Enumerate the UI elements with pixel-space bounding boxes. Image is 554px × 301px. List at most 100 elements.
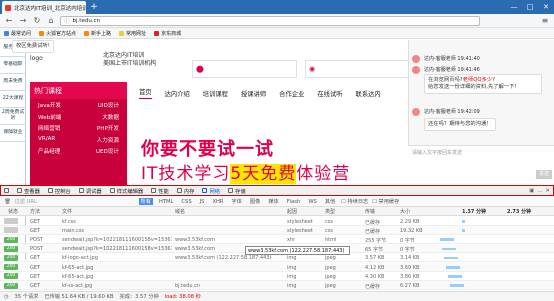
bookmark-item[interactable]: 最常访问 — [4, 30, 31, 37]
tool-memory[interactable]: 内存 — [176, 187, 194, 195]
course-link[interactable]: UED设计 — [96, 147, 119, 155]
left-bar-item[interactable]: 周末免费 — [0, 74, 26, 91]
cell-file: sendwait.jsp?k=102218111600158v=1536147.… — [62, 236, 172, 243]
close-window-icon[interactable]: ✕ — [538, 0, 554, 14]
browser-tab[interactable]: 北京达内IT培训_北京达内培训 × — [2, 1, 86, 14]
promo-box[interactable]: ⬤ — [192, 60, 297, 78]
network-table-header: 状态 方法 文件 域名 起因 类型 传输 大小 1.37 分钟 2.73 分钟 — [0, 207, 554, 216]
col-transfer[interactable]: 传输 — [365, 208, 375, 215]
send-button[interactable]: 发送 — [536, 170, 552, 179]
bookmark-item[interactable]: 常用网址 — [119, 30, 146, 37]
course-link[interactable]: UID设计 — [98, 101, 119, 109]
nav-teachers[interactable]: 授课讲师 — [241, 89, 266, 98]
filter-type[interactable]: HTML — [157, 199, 175, 205]
nav-contact[interactable]: 联系达内 — [356, 89, 381, 98]
waterfall-bar — [440, 238, 454, 241]
left-bar-item[interactable]: 22大课程 — [0, 91, 26, 108]
course-link[interactable]: VR/AR — [38, 136, 55, 144]
bookmark-item[interactable]: 新手上路 — [84, 30, 111, 37]
col-cause[interactable]: 起因 — [287, 208, 297, 215]
col-file[interactable]: 文件 — [62, 208, 72, 215]
waterfall-bar — [462, 229, 465, 232]
reload-icon[interactable]: ↻ — [32, 16, 42, 25]
col-size[interactable]: 大小 — [400, 208, 410, 215]
persist-log-checkbox[interactable]: ☐ 持续日志 — [341, 198, 368, 205]
tool-console[interactable]: 控制台 — [47, 187, 71, 195]
course-link[interactable]: 网络营销 — [38, 124, 60, 132]
col-domain[interactable]: 域名 — [175, 208, 185, 215]
course-link[interactable]: 人力资源 — [97, 136, 119, 144]
course-link[interactable]: PHP开发 — [97, 124, 119, 132]
left-bar-item[interactable]: 保障就业 — [0, 125, 26, 142]
bookmark-item[interactable]: 京东商城 — [154, 30, 181, 37]
back-icon[interactable]: ← — [4, 16, 14, 25]
trash-icon[interactable]: 🗑 — [4, 199, 11, 205]
menu-icon[interactable]: ≡ — [540, 16, 550, 25]
cell-domain: bj.tedu.cn — [175, 282, 201, 289]
col-method[interactable]: 方法 — [30, 208, 40, 215]
filter-type[interactable]: 字体 — [230, 198, 244, 205]
filter-type[interactable]: 其他 — [323, 198, 337, 205]
chat-input[interactable]: 请输入文字按回车发送 — [408, 145, 554, 185]
tool-storage[interactable]: 存储 — [228, 187, 246, 195]
filter-type[interactable]: CSS — [179, 199, 193, 205]
col-type[interactable]: 类型 — [325, 208, 335, 215]
table-row[interactable]: 200 GET kf-65-act.jpg img jpeg 4.30 KB 3.86 KB — [0, 272, 554, 281]
tool-debugger[interactable]: 调试器 — [78, 187, 102, 195]
nav-home[interactable]: 首页 — [139, 87, 152, 99]
nav-partners[interactable]: 合作企业 — [279, 89, 304, 98]
col-status[interactable]: 状态 — [8, 208, 18, 215]
close-devtools-icon[interactable]: ✕ — [546, 188, 550, 194]
cell-domain: www3.53kf.com — [175, 236, 215, 243]
filter-type[interactable]: WS — [306, 199, 318, 205]
table-row[interactable]: 200 GET kf-ss-act.jpg bj.tedu.cn img jpeg 已缓存 6… — [0, 281, 554, 291]
table-row[interactable]: GET kf.css stylesheet css 已缓存 2.29 KB — [0, 217, 554, 226]
table-row[interactable]: 200 GET kf-logo-act.jpg www3.53kf.com (122.… — [0, 254, 554, 263]
cell-method: GET — [30, 255, 41, 262]
dock-icon[interactable]: ▣ — [529, 188, 534, 194]
tool-network[interactable]: 网络 — [202, 187, 220, 195]
cell-type: jpeg — [325, 264, 336, 271]
address-bar[interactable]: ⓘ bj.tedu.cn — [60, 15, 480, 26]
maximize-icon[interactable]: □ — [522, 0, 538, 14]
filter-type[interactable]: XHR — [210, 199, 225, 205]
new-tab-button[interactable]: + — [89, 2, 99, 12]
filter-url-input[interactable]: 过滤 URL — [15, 198, 135, 205]
more-icon[interactable]: … — [537, 188, 542, 194]
disable-cache-checkbox[interactable]: ☐ 禁用缓存 — [372, 198, 399, 205]
promo-box[interactable]: ◉ — [305, 60, 410, 78]
course-link[interactable]: Java开发 — [38, 101, 61, 109]
course-link[interactable]: 产品经理 — [38, 147, 60, 155]
site-main-nav: 首页 达内介绍 培训课程 授课讲师 合作企业 在线试听 联系达内 — [135, 86, 410, 100]
cell-cause: img — [287, 264, 297, 271]
tool-style-editor[interactable]: 样式编辑器 — [109, 187, 143, 195]
tool-inspector[interactable]: 查看器 — [17, 187, 40, 195]
waterfall-bar — [448, 275, 462, 278]
nav-about[interactable]: 达内介绍 — [165, 89, 190, 98]
table-row[interactable]: GET main.css stylesheet css 已缓存 19.32 KB — [0, 226, 554, 235]
filter-type[interactable]: 图像 — [248, 198, 262, 205]
left-bar-item[interactable]: 2周免费试听 — [0, 108, 26, 125]
filter-type[interactable]: 所有 — [138, 198, 153, 205]
filter-type[interactable]: Flash — [285, 199, 303, 205]
site-logo[interactable]: logo — [30, 55, 43, 62]
bookmark-item[interactable]: 火狐官方站点 — [39, 30, 76, 37]
tool-performance[interactable]: 性能 — [151, 187, 169, 195]
nav-courses[interactable]: 培训课程 — [203, 89, 228, 98]
cell-file: kf.css — [62, 218, 76, 225]
filter-type[interactable]: 媒体 — [266, 198, 280, 205]
info-icon[interactable]: ⓘ — [64, 17, 70, 25]
pick-element-icon[interactable] — [4, 188, 9, 193]
left-bar-item[interactable]: 零基础职 — [0, 57, 26, 74]
home-icon[interactable]: ⌂ — [46, 16, 56, 25]
table-row[interactable]: 200 POST sendwait.jsp?k=102218111600158v=1… — [0, 235, 554, 245]
jd-icon — [154, 30, 160, 36]
filter-type[interactable]: JS — [198, 199, 207, 205]
table-row[interactable]: 200 GET kf-65-act.jpg img jpeg 4.12 KB 3.69 KB — [0, 263, 554, 272]
nav-trial[interactable]: 在线试听 — [317, 89, 342, 98]
forward-icon[interactable]: → — [18, 16, 28, 25]
course-link[interactable]: Web前端 — [38, 113, 61, 121]
cell-transfer: 4.30 KB — [365, 273, 385, 280]
course-link[interactable]: 大数据 — [102, 113, 119, 121]
minimize-icon[interactable]: — — [506, 0, 522, 14]
